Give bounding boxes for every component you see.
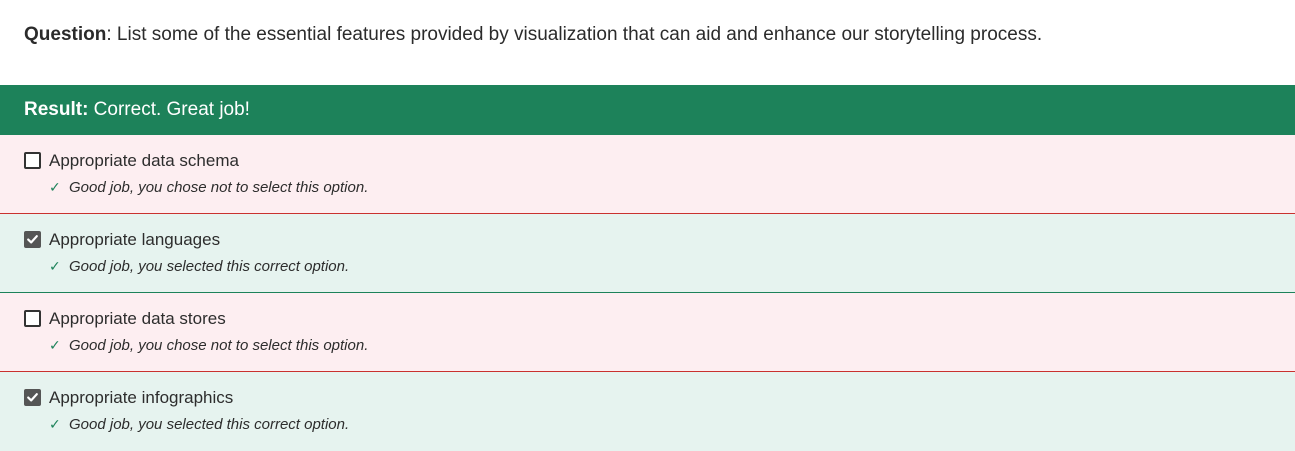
option-label: Appropriate data schema <box>49 151 239 170</box>
answer-option: Appropriate data schema ✓ Good job, you c… <box>0 135 1295 214</box>
option-feedback: ✓ Good job, you selected this correct opt… <box>49 256 349 277</box>
result-label: Result: <box>24 99 89 120</box>
answer-option: Appropriate data stores ✓ Good job, you c… <box>0 293 1295 372</box>
checkbox-check-icon <box>27 393 38 402</box>
checkbox-checked[interactable] <box>24 231 41 248</box>
answer-option: Appropriate infographics ✓ Good job, you … <box>0 372 1295 451</box>
checkmark-icon: ✓ <box>49 416 61 432</box>
feedback-text: Good job, you chose not to select this o… <box>69 179 369 196</box>
option-label: Appropriate infographics <box>49 388 234 407</box>
checkmark-icon: ✓ <box>49 337 61 353</box>
question-label: Question <box>24 24 107 45</box>
option-feedback: ✓ Good job, you chose not to select this … <box>49 335 368 356</box>
checkbox-check-icon <box>27 235 38 244</box>
checkbox-unchecked[interactable] <box>24 310 41 327</box>
feedback-text: Good job, you selected this correct opti… <box>69 416 350 433</box>
question-text: Question: List some of the essential fea… <box>24 23 1042 47</box>
option-feedback: ✓ Good job, you selected this correct opt… <box>49 414 349 435</box>
result-message: Correct. Great job! <box>88 99 250 120</box>
answer-option: Appropriate languages ✓ Good job, you sel… <box>0 214 1295 293</box>
checkbox-checked[interactable] <box>24 389 41 406</box>
answer-options-list: Appropriate data schema ✓ Good job, you c… <box>0 135 1295 451</box>
checkbox-unchecked[interactable] <box>24 152 41 169</box>
option-label: Appropriate languages <box>49 230 221 249</box>
option-label: Appropriate data stores <box>49 309 226 328</box>
question-body: : List some of the essential features pr… <box>106 24 1043 45</box>
feedback-text: Good job, you selected this correct opti… <box>69 258 350 275</box>
checkmark-icon: ✓ <box>49 258 61 274</box>
result-banner: Result: Correct. Great job! <box>0 85 1295 135</box>
feedback-text: Good job, you chose not to select this o… <box>69 337 369 354</box>
checkmark-icon: ✓ <box>49 179 61 195</box>
option-feedback: ✓ Good job, you chose not to select this … <box>49 177 368 198</box>
